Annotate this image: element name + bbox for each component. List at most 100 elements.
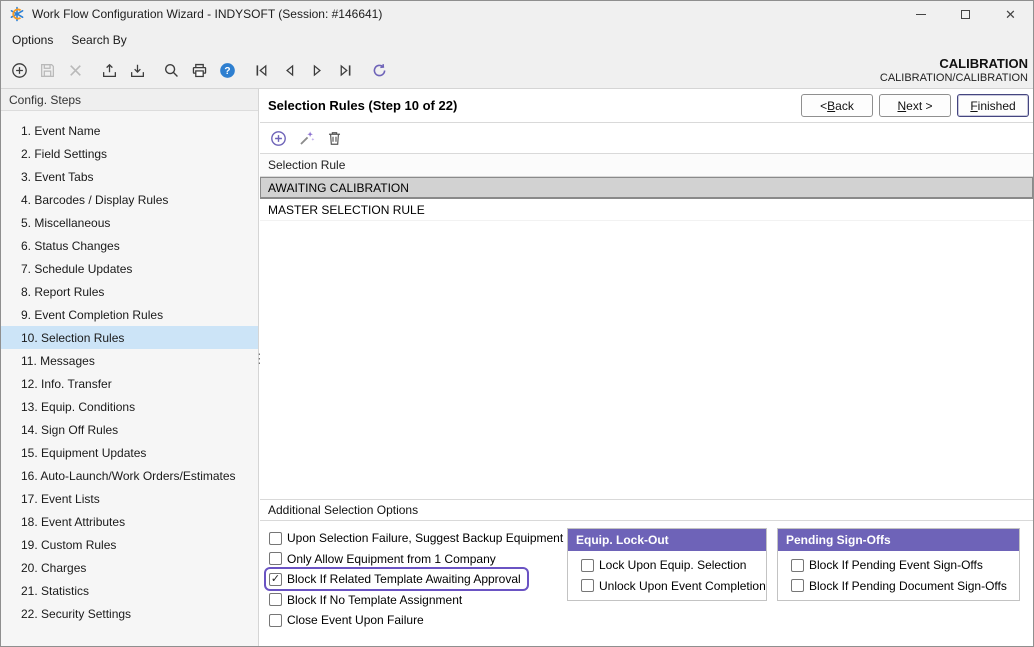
wizard-buttons: < Back Next > Finished (801, 94, 1029, 117)
sidebar-item-4-barcodes-display-rules[interactable]: 4. Barcodes / Display Rules (1, 188, 258, 211)
close-button[interactable]: ✕ (988, 1, 1033, 27)
delete-icon[interactable] (63, 58, 88, 83)
export-icon[interactable] (97, 58, 122, 83)
back-button[interactable]: < Back (801, 94, 873, 117)
checkbox[interactable] (581, 579, 594, 592)
sidebar-list: 1. Event Name2. Field Settings3. Event T… (1, 111, 258, 625)
option-close-event-upon-failure[interactable]: Close Event Upon Failure (266, 610, 430, 630)
group-equip-lockout-title: Equip. Lock-Out (568, 529, 766, 551)
sidebar-item-22-security-settings[interactable]: 22. Security Settings (1, 602, 258, 625)
option-only-allow-equipment-from-1-company[interactable]: Only Allow Equipment from 1 Company (266, 549, 502, 569)
option-block-if-related-template-awaiting-approval[interactable]: ✓Block If Related Template Awaiting Appr… (266, 569, 527, 589)
context-subtitle: CALIBRATION/CALIBRATION (880, 72, 1028, 86)
sidebar-item-2-field-settings[interactable]: 2. Field Settings (1, 142, 258, 165)
sidebar-item-11-messages[interactable]: 11. Messages (1, 349, 258, 372)
option-lock-upon-equip-selection[interactable]: Lock Upon Equip. Selection (578, 555, 752, 575)
group-pending-signoffs-body: Block If Pending Event Sign-Offs Block If… (778, 551, 1019, 600)
menu-item-options[interactable]: Options (3, 27, 62, 53)
toolbar-group-refresh (367, 58, 392, 83)
sidebar-item-13-equip-conditions[interactable]: 13. Equip. Conditions (1, 395, 258, 418)
group-pending-signoffs: Pending Sign-Offs Block If Pending Event… (777, 528, 1020, 601)
option-unlock-upon-event-completion[interactable]: Unlock Upon Event Completion (578, 576, 772, 596)
sidebar: Config. Steps 1. Event Name2. Field Sett… (1, 89, 259, 646)
sidebar-item-6-status-changes[interactable]: 6. Status Changes (1, 234, 258, 257)
sidebar-item-7-schedule-updates[interactable]: 7. Schedule Updates (1, 257, 258, 280)
edit-rule-icon[interactable] (297, 130, 315, 148)
svg-text:?: ? (224, 66, 230, 77)
options-checkbox-list: Upon Selection Failure, Suggest Backup E… (266, 528, 569, 631)
title-bar: Work Flow Configuration Wizard - INDYSOF… (1, 1, 1033, 27)
sidebar-item-21-statistics[interactable]: 21. Statistics (1, 579, 258, 602)
sidebar-item-1-event-name[interactable]: 1. Event Name (1, 119, 258, 142)
checkbox-label: Close Event Upon Failure (287, 613, 424, 627)
next-record-icon[interactable] (305, 58, 330, 83)
page-title: Selection Rules (Step 10 of 22) (268, 98, 457, 113)
sidebar-item-16-auto-launch-work-orders-estimates[interactable]: 16. Auto-Launch/Work Orders/Estimates (1, 464, 258, 487)
maximize-button[interactable] (943, 1, 988, 27)
add-icon[interactable] (7, 58, 32, 83)
finished-button-label-rest: inished (978, 99, 1016, 113)
option-block-if-pending-document-sign-offs[interactable]: Block If Pending Document Sign-Offs (788, 576, 1013, 596)
checkbox-label: Upon Selection Failure, Suggest Backup E… (287, 531, 563, 545)
checkbox-label: Block If Pending Document Sign-Offs (809, 579, 1007, 593)
checkbox-label: Lock Upon Equip. Selection (599, 558, 746, 572)
first-record-icon[interactable] (249, 58, 274, 83)
add-rule-icon[interactable] (269, 130, 287, 148)
sidebar-item-17-event-lists[interactable]: 17. Event Lists (1, 487, 258, 510)
toolbar-group-record (7, 58, 88, 83)
previous-record-icon[interactable] (277, 58, 302, 83)
option-upon-selection-failure-suggest-backup-equipment[interactable]: Upon Selection Failure, Suggest Backup E… (266, 528, 569, 548)
selection-rule-column-header[interactable]: Selection Rule (260, 153, 1033, 177)
checkbox[interactable] (269, 552, 282, 565)
search-icon[interactable] (159, 58, 184, 83)
minimize-button[interactable] (898, 1, 943, 27)
option-block-if-pending-event-sign-offs[interactable]: Block If Pending Event Sign-Offs (788, 555, 989, 575)
sidebar-item-19-custom-rules[interactable]: 19. Custom Rules (1, 533, 258, 556)
sidebar-item-8-report-rules[interactable]: 8. Report Rules (1, 280, 258, 303)
save-icon[interactable] (35, 58, 60, 83)
menu-item-search-by[interactable]: Search By (62, 27, 135, 53)
selection-rule-row[interactable]: AWAITING CALIBRATION (260, 177, 1033, 199)
group-equip-lockout: Equip. Lock-Out Lock Upon Equip. Selecti… (567, 528, 767, 601)
context-header: CALIBRATION CALIBRATION/CALIBRATION (880, 56, 1033, 86)
sidebar-item-10-selection-rules[interactable]: 10. Selection Rules (1, 326, 258, 349)
checkbox[interactable] (581, 559, 594, 572)
checkbox-label: Block If Pending Event Sign-Offs (809, 558, 983, 572)
group-equip-lockout-body: Lock Upon Equip. Selection Unlock Upon Ev… (568, 551, 766, 600)
finished-button[interactable]: Finished (957, 94, 1029, 117)
next-button-label-rest: ext > (906, 99, 932, 113)
sidebar-splitter-handle[interactable]: ⋮ (253, 355, 260, 377)
toolbar-group-navigation (249, 58, 358, 83)
sidebar-item-15-equipment-updates[interactable]: 15. Equipment Updates (1, 441, 258, 464)
checkbox-label: Unlock Upon Event Completion (599, 579, 766, 593)
import-icon[interactable] (125, 58, 150, 83)
delete-rule-icon[interactable] (325, 130, 343, 148)
sidebar-item-5-miscellaneous[interactable]: 5. Miscellaneous (1, 211, 258, 234)
next-button-mnemonic: N (897, 99, 906, 113)
sidebar-item-14-sign-off-rules[interactable]: 14. Sign Off Rules (1, 418, 258, 441)
app-logo-icon (9, 6, 25, 22)
options-section-title: Additional Selection Options (260, 499, 1033, 521)
window-controls: ✕ (898, 1, 1033, 27)
sidebar-item-18-event-attributes[interactable]: 18. Event Attributes (1, 510, 258, 533)
sidebar-item-9-event-completion-rules[interactable]: 9. Event Completion Rules (1, 303, 258, 326)
checkbox[interactable] (269, 593, 282, 606)
sidebar-title: Config. Steps (1, 89, 258, 111)
next-button[interactable]: Next > (879, 94, 951, 117)
sidebar-item-3-event-tabs[interactable]: 3. Event Tabs (1, 165, 258, 188)
print-icon[interactable] (187, 58, 212, 83)
checkbox[interactable] (269, 532, 282, 545)
checkbox[interactable] (791, 559, 804, 572)
last-record-icon[interactable] (333, 58, 358, 83)
sidebar-item-20-charges[interactable]: 20. Charges (1, 556, 258, 579)
checkbox[interactable] (269, 614, 282, 627)
sidebar-item-12-info-transfer[interactable]: 12. Info. Transfer (1, 372, 258, 395)
context-title: CALIBRATION (880, 56, 1028, 72)
refresh-icon[interactable] (367, 58, 392, 83)
checkbox[interactable] (791, 579, 804, 592)
option-block-if-no-template-assignment[interactable]: Block If No Template Assignment (266, 590, 468, 610)
checkbox[interactable]: ✓ (269, 573, 282, 586)
help-icon[interactable]: ? (215, 58, 240, 83)
checkbox-label: Block If No Template Assignment (287, 593, 462, 607)
selection-rule-row[interactable]: MASTER SELECTION RULE (260, 199, 1033, 221)
